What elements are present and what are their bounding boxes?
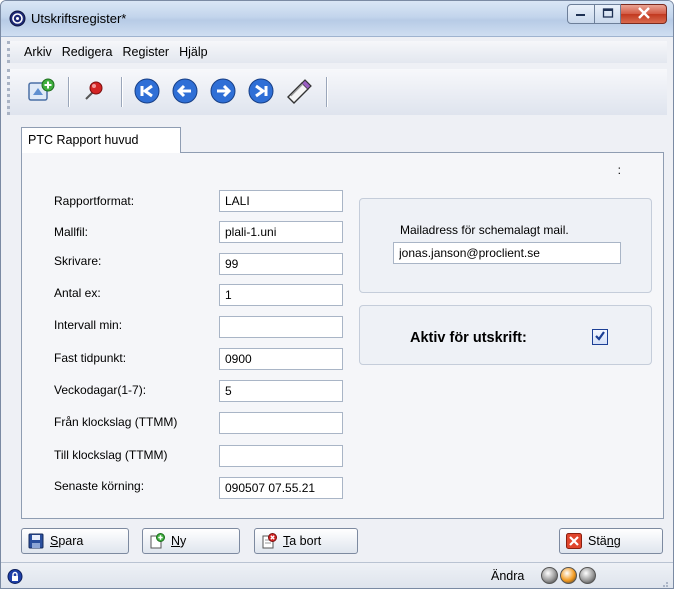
user-lock-icon (7, 568, 23, 588)
label-veckodagar: Veckodagar(1-7): (54, 383, 147, 397)
next-record-button[interactable] (206, 75, 240, 109)
resize-grip-icon[interactable] (659, 577, 669, 587)
status-text: Ändra (491, 569, 525, 583)
last-record-icon (247, 77, 275, 108)
new-label: y (180, 534, 187, 548)
delete-document-icon (261, 533, 277, 549)
first-record-icon (133, 77, 161, 108)
close-mnemonic: n (606, 534, 614, 548)
menu-bar: Arkiv Redigera Register Hjälp (7, 41, 667, 63)
status-led-3 (579, 567, 596, 584)
previous-record-icon (171, 77, 199, 108)
new-mnemonic: N (171, 534, 181, 548)
toolbar-separator (121, 77, 122, 107)
menu-arkiv[interactable]: Arkiv (24, 45, 52, 59)
menu-register[interactable]: Register (123, 45, 170, 59)
toolbar (7, 69, 667, 115)
app-window: Utskriftsregister* Arkiv Redigera Regist… (0, 0, 674, 589)
status-led-1 (541, 567, 558, 584)
label-mallfil: Mallfil: (54, 225, 89, 239)
mail-label: Mailadress för schemalagt mail. (400, 223, 569, 237)
minimize-button[interactable] (567, 4, 595, 24)
till-klockslag-input[interactable] (219, 445, 343, 467)
veckodagar-input[interactable] (219, 380, 343, 402)
skrivare-input[interactable] (219, 253, 343, 275)
antal-ex-input[interactable] (219, 284, 343, 306)
aktiv-group: Aktiv för utskrift: (359, 305, 652, 365)
app-icon (9, 10, 26, 27)
close-label-pre: Stä (588, 534, 607, 548)
status-led-2 (560, 567, 577, 584)
close-x-icon (566, 533, 582, 549)
maximize-icon (602, 7, 614, 21)
aktiv-label: Aktiv för utskrift: (410, 330, 527, 346)
floppy-disk-icon (28, 533, 44, 549)
mail-input[interactable] (393, 242, 621, 264)
toolbar-separator (326, 77, 327, 107)
pin-icon (81, 78, 107, 107)
title-bar[interactable]: Utskriftsregister* (1, 1, 673, 37)
edit-icon (285, 78, 313, 107)
rapportformat-input[interactable] (219, 190, 343, 212)
close-window-button[interactable] (621, 4, 667, 24)
toolbar-separator (68, 77, 69, 107)
tab-panel: : Rapportformat: Mallfil: Skrivare: Anta… (21, 152, 664, 519)
window-controls (567, 4, 667, 26)
status-bar: Ändra (1, 562, 673, 588)
aktiv-checkbox[interactable] (592, 329, 608, 345)
fran-klockslag-input[interactable] (219, 412, 343, 434)
maximize-button[interactable] (595, 4, 621, 24)
checkmark-icon (594, 330, 606, 345)
label-fast-tidpunkt: Fast tidpunkt: (54, 351, 127, 365)
save-label: para (58, 534, 84, 548)
senaste-korning-input[interactable] (219, 477, 343, 499)
add-record-button[interactable] (24, 75, 58, 109)
new-document-icon (149, 533, 165, 549)
label-till-klockslag: Till klockslag (TTMM) (54, 448, 168, 462)
menu-redigera[interactable]: Redigera (62, 45, 113, 59)
mail-group: Mailadress för schemalagt mail. (359, 198, 652, 293)
save-button[interactable]: Spara (21, 528, 129, 554)
previous-record-button[interactable] (168, 75, 202, 109)
first-record-button[interactable] (130, 75, 164, 109)
pin-button[interactable] (77, 75, 111, 109)
new-button[interactable]: Ny (142, 528, 240, 554)
minimize-icon (575, 7, 587, 21)
window-title: Utskriftsregister* (31, 11, 127, 26)
label-skrivare: Skrivare: (54, 254, 102, 268)
panel-colon: : (617, 163, 621, 177)
label-intervall-min: Intervall min: (54, 318, 123, 332)
label-fran-klockslag: Från klockslag (TTMM) (54, 415, 178, 429)
menu-hjalp[interactable]: Hjälp (179, 45, 208, 59)
delete-button[interactable]: Ta bort (254, 528, 358, 554)
close-icon (637, 6, 651, 22)
delete-label: a bort (289, 534, 322, 548)
edit-button[interactable] (282, 75, 316, 109)
add-record-icon (26, 77, 56, 108)
label-antal-ex: Antal ex: (54, 286, 101, 300)
close-label-rest: g (613, 534, 621, 548)
label-rapportformat: Rapportformat: (54, 194, 135, 208)
fast-tidpunkt-input[interactable] (219, 348, 343, 370)
mallfil-input[interactable] (219, 221, 343, 243)
close-button[interactable]: Stäng (559, 528, 663, 554)
tab-ptc-rapport-huvud[interactable]: PTC Rapport huvud (21, 127, 181, 153)
intervall-min-input[interactable] (219, 316, 343, 338)
label-senaste-korning: Senaste körning: (54, 479, 145, 493)
next-record-icon (209, 77, 237, 108)
last-record-button[interactable] (244, 75, 278, 109)
